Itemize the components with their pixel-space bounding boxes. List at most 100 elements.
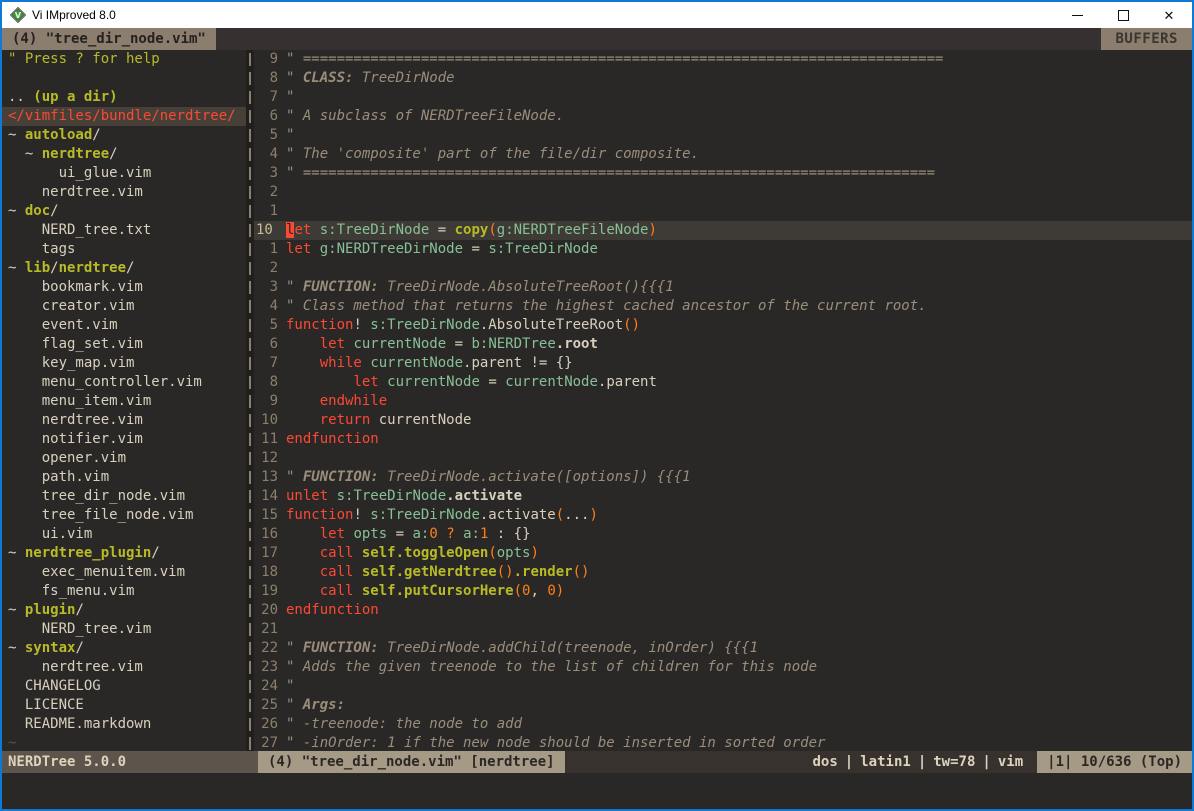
code-line[interactable]: 2 (254, 183, 1192, 202)
command-line[interactable] (2, 773, 1192, 809)
code-line[interactable]: 11endfunction (254, 430, 1192, 449)
code-token: let (286, 241, 311, 257)
code-line[interactable]: 7 while currentNode.parent != {} (254, 354, 1192, 373)
tab-tree-dir-node[interactable]: (4) "tree_dir_node.vim" (2, 28, 216, 50)
tree-item[interactable]: nerdtree.vim (2, 183, 246, 202)
tree-item[interactable]: nerdtree.vim (2, 411, 246, 430)
tree-item[interactable]: event.vim (2, 316, 246, 335)
tree-item[interactable]: notifier.vim (2, 430, 246, 449)
tree-item[interactable]: NERD_tree.txt (2, 221, 246, 240)
code-token: ~ (8, 203, 25, 219)
tree-item[interactable]: ~ lib/nerdtree/ (2, 259, 246, 278)
code-line[interactable]: 15function! s:TreeDirNode.activate(...) (254, 506, 1192, 525)
code-text: " (278, 677, 294, 696)
tree-item[interactable]: fs_menu.vim (2, 582, 246, 601)
code-line[interactable]: 14unlet s:TreeDirNode.activate (254, 487, 1192, 506)
tree-item[interactable]: NERD_tree.vim (2, 620, 246, 639)
code-token: = (429, 222, 454, 238)
code-line[interactable]: 5" (254, 126, 1192, 145)
code-line[interactable]: 2 (254, 259, 1192, 278)
code-line[interactable]: 1 (254, 202, 1192, 221)
code-line[interactable]: 10 return currentNode (254, 411, 1192, 430)
code-line[interactable]: 6" A subclass of NERDTreeFileNode. (254, 107, 1192, 126)
close-button[interactable]: ✕ (1146, 2, 1192, 28)
code-line[interactable]: 20endfunction (254, 601, 1192, 620)
code-line[interactable]: 5function! s:TreeDirNode.AbsoluteTreeRoo… (254, 316, 1192, 335)
tree-item[interactable]: flag_set.vim (2, 335, 246, 354)
title-bar: V Vi IMproved 8.0 ✕ (2, 2, 1192, 28)
code-line[interactable]: 23" Adds the given treenode to the list … (254, 658, 1192, 677)
code-line[interactable]: 4" Class method that returns the highest… (254, 297, 1192, 316)
tree-item[interactable]: bookmark.vim (2, 278, 246, 297)
tree-item[interactable]: exec_menuitem.vim (2, 563, 246, 582)
code-line[interactable]: 26" -treenode: the node to add (254, 715, 1192, 734)
code-token: = (463, 241, 488, 257)
code-line[interactable]: 7" (254, 88, 1192, 107)
code-line[interactable]: 18 call self.getNerdtree().render() (254, 563, 1192, 582)
code-line[interactable]: 25" Args: (254, 696, 1192, 715)
window-split-separator[interactable] (246, 50, 254, 751)
code-token: " ======================================… (286, 51, 943, 67)
tree-item[interactable]: README.markdown (2, 715, 246, 734)
code-token: menu_item.vim (8, 393, 151, 409)
line-number: 2 (254, 259, 278, 278)
code-token: currentNode (353, 336, 446, 352)
code-line[interactable]: 22" FUNCTION: TreeDirNode.addChild(treen… (254, 639, 1192, 658)
code-token: s:TreeDirNode (370, 317, 480, 333)
tree-item[interactable]: ui_glue.vim (2, 164, 246, 183)
code-line[interactable]: 9" =====================================… (254, 50, 1192, 69)
line-number: 11 (254, 430, 278, 449)
tree-item[interactable]: ~ doc/ (2, 202, 246, 221)
code-line[interactable]: 1let g:NERDTreeDirNode = s:TreeDirNode (254, 240, 1192, 259)
tree-item[interactable]: tree_dir_node.vim (2, 487, 246, 506)
code-line[interactable]: 9 endwhile (254, 392, 1192, 411)
code-token: g:NERDTreeFileNode (497, 222, 649, 238)
line-number: 14 (254, 487, 278, 506)
tree-item[interactable]: tree_file_node.vim (2, 506, 246, 525)
tree-item[interactable]: .. (up a dir) (2, 88, 246, 107)
minimize-button[interactable] (1054, 2, 1100, 28)
maximize-button[interactable] (1100, 2, 1146, 28)
tree-item[interactable]: tags (2, 240, 246, 259)
minimize-icon (1072, 15, 1083, 16)
code-line[interactable]: 3" FUNCTION: TreeDirNode.AbsoluteTreeRoo… (254, 278, 1192, 297)
tree-item[interactable]: CHANGELOG (2, 677, 246, 696)
code-line[interactable]: 16 let opts = a:0 ? a:1 : {} (254, 525, 1192, 544)
tree-item[interactable]: " Press ? for help (2, 50, 246, 69)
tree-item[interactable]: creator.vim (2, 297, 246, 316)
code-line[interactable]: 4" The 'composite' part of the file/dir … (254, 145, 1192, 164)
tree-item[interactable]: key_map.vim (2, 354, 246, 373)
code-line[interactable]: 3" =====================================… (254, 164, 1192, 183)
code-line[interactable]: 8" CLASS: TreeDirNode (254, 69, 1192, 88)
code-line[interactable]: 6 let currentNode = b:NERDTree.root (254, 335, 1192, 354)
line-number: 10 (254, 221, 278, 240)
code-line[interactable]: 8 let currentNode = currentNode.parent (254, 373, 1192, 392)
code-line[interactable]: 13" FUNCTION: TreeDirNode.activate([opti… (254, 468, 1192, 487)
tree-item[interactable]: ~ plugin/ (2, 601, 246, 620)
tree-item[interactable]: path.vim (2, 468, 246, 487)
tree-item[interactable]: ~ (2, 734, 246, 751)
tree-item[interactable]: ui.vim (2, 525, 246, 544)
code-token (311, 241, 319, 257)
tree-item-selected-root[interactable]: </vimfiles/bundle/nerdtree/ (2, 107, 246, 126)
tree-item[interactable] (2, 69, 246, 88)
tree-item[interactable]: menu_item.vim (2, 392, 246, 411)
tree-item[interactable]: LICENCE (2, 696, 246, 715)
tree-item[interactable]: nerdtree.vim (2, 658, 246, 677)
code-text: unlet s:TreeDirNode.activate (278, 487, 522, 506)
code-token: self.toggleOpen (362, 545, 488, 561)
tree-item[interactable]: ~ syntax/ (2, 639, 246, 658)
tree-item[interactable]: ~ nerdtree/ (2, 145, 246, 164)
code-text: " The 'composite' part of the file/dir c… (278, 145, 699, 164)
tree-item[interactable]: opener.vim (2, 449, 246, 468)
tree-item[interactable]: ~ nerdtree_plugin/ (2, 544, 246, 563)
code-line[interactable]: 24" (254, 677, 1192, 696)
tree-item[interactable]: menu_controller.vim (2, 373, 246, 392)
code-line[interactable]: 19 call self.putCursorHere(0, 0) (254, 582, 1192, 601)
code-line-current[interactable]: 10let s:TreeDirNode = copy(g:NERDTreeFil… (254, 221, 1192, 240)
tree-item[interactable]: ~ autoload/ (2, 126, 246, 145)
code-line[interactable]: 27" -inOrder: 1 if the new node should b… (254, 734, 1192, 751)
code-line[interactable]: 17 call self.toggleOpen(opts) (254, 544, 1192, 563)
code-line[interactable]: 21 (254, 620, 1192, 639)
code-line[interactable]: 12 (254, 449, 1192, 468)
